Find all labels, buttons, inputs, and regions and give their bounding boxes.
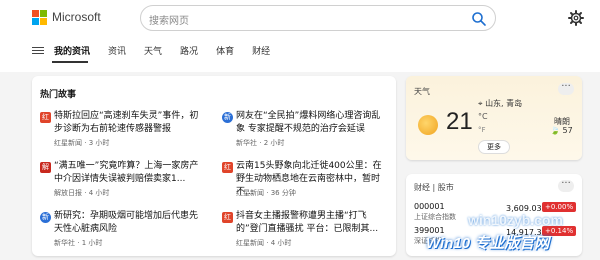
news-meta: 解放日报 · 4 小时 [54,189,110,197]
menu-icon[interactable] [32,45,44,56]
weather-temperature: 21 [446,108,473,135]
tab-traffic[interactable]: 路况 [180,44,198,57]
news-item[interactable]: 红 云南15头野象向北迁徙400公里：在野生动物栖息地在云南密林中，暂时不...… [222,160,387,200]
news-headline[interactable]: 特斯拉回应“高速刹车失灵”事件，初步诊断为右前轮速传感器警报 [54,110,206,136]
active-tab-indicator [52,61,88,63]
tab-finance[interactable]: 财经 [252,44,270,57]
weather-more-button[interactable]: 更多 [478,140,510,154]
weather-location[interactable]: ⌖ 山东, 青岛 [478,98,522,109]
microsoft-logo[interactable]: Microsoft [32,10,101,25]
search-icon[interactable] [471,11,487,27]
hot-stories-title: 热门故事 [40,90,77,100]
weather-title: 天气 [414,87,430,96]
news-headline[interactable]: “满五唯一”究竟咋算？上海一家房产中介因详情失误被判赔偿卖家1... [54,160,206,186]
weather-card[interactable]: 天气 ··· ⌖ 山东, 青岛 21 °C °F 晴朗 🍃 57 更多 [406,76,582,160]
gear-icon[interactable] [568,10,584,26]
unit-fahrenheit-toggle[interactable]: °F [478,126,486,134]
search-input[interactable]: 搜索网页 [149,12,189,27]
news-meta: 新华社 · 1 小时 [54,239,103,247]
sun-icon [418,115,438,135]
news-meta: 红星新闻 · 36 分钟 [236,189,296,197]
more-options-icon[interactable]: ··· [558,179,574,192]
news-meta: 红星新闻 · 4 小时 [236,239,292,247]
hongxing-news-icon: 红 [40,112,51,123]
microsoft-logo-icon [32,10,47,25]
xinhua-icon: 新 [222,112,233,123]
tab-weather[interactable]: 天气 [144,44,162,57]
hot-stories-card: 热门故事 红 特斯拉回应“高速刹车失灵”事件，初步诊断为右前轮速传感器警报 红星… [32,76,396,256]
news-item[interactable]: 红 特斯拉回应“高速刹车失灵”事件，初步诊断为右前轮速传感器警报 红星新闻 · … [40,110,205,150]
stocks-title: 财经 | 股市 [414,183,454,192]
nav-bar: 我的资讯 资讯 天气 路况 体育 财经 [32,44,288,57]
news-item[interactable]: 新 网友在“全民拍”爆料网络心理咨询乱象 专家提醒不规范的治疗会延误 新华社 ·… [222,110,387,150]
tab-my-feed[interactable]: 我的资讯 [54,44,90,57]
hongxing-news-icon: 红 [222,212,233,223]
air-quality: 🍃 57 [550,126,573,135]
watermark-brand: Win10 专业版官网 [426,235,550,252]
tab-news[interactable]: 资讯 [108,44,126,57]
news-item[interactable]: 解 “满五唯一”究竟咋算？上海一家房产中介因详情失误被判赔偿卖家1... 解放日… [40,160,205,200]
top-bar: Microsoft 搜索网页 我的资讯 资讯 天气 路况 体育 财经 [0,0,600,72]
news-headline[interactable]: 网友在“全民拍”爆料网络心理咨询乱象 专家提醒不规范的治疗会延误 [236,110,388,136]
more-options-icon[interactable]: ··· [558,82,574,95]
xinhua-icon: 新 [40,212,51,223]
news-headline[interactable]: 抖音女主播报警称遭男主播“打飞的”登门直播骚扰 平台：已限制其... [236,210,388,236]
stock-code: 000001 [414,202,445,211]
search-box[interactable]: 搜索网页 [140,5,496,31]
watermark-site: win10zyb.com [468,212,563,228]
jiefang-daily-icon: 解 [40,162,51,173]
news-meta: 新华社 · 2 小时 [236,139,285,147]
stock-change-badge: +0.00% [542,202,577,212]
news-meta: 红星新闻 · 3 小时 [54,139,110,147]
stock-name: 上证综合指数 [414,213,456,221]
news-item[interactable]: 新 新研究：孕期吸烟可能增加后代患先天性心脏病风险 新华社 · 1 小时 [40,210,205,250]
unit-celsius-toggle[interactable]: °C [478,112,488,121]
news-headline[interactable]: 新研究：孕期吸烟可能增加后代患先天性心脏病风险 [54,210,206,236]
hongxing-news-icon: 红 [222,162,233,173]
news-item[interactable]: 红 抖音女主播报警称遭男主播“打飞的”登门直播骚扰 平台：已限制其... 红星新… [222,210,387,250]
tab-sports[interactable]: 体育 [216,44,234,57]
logo-text: Microsoft [52,10,101,24]
